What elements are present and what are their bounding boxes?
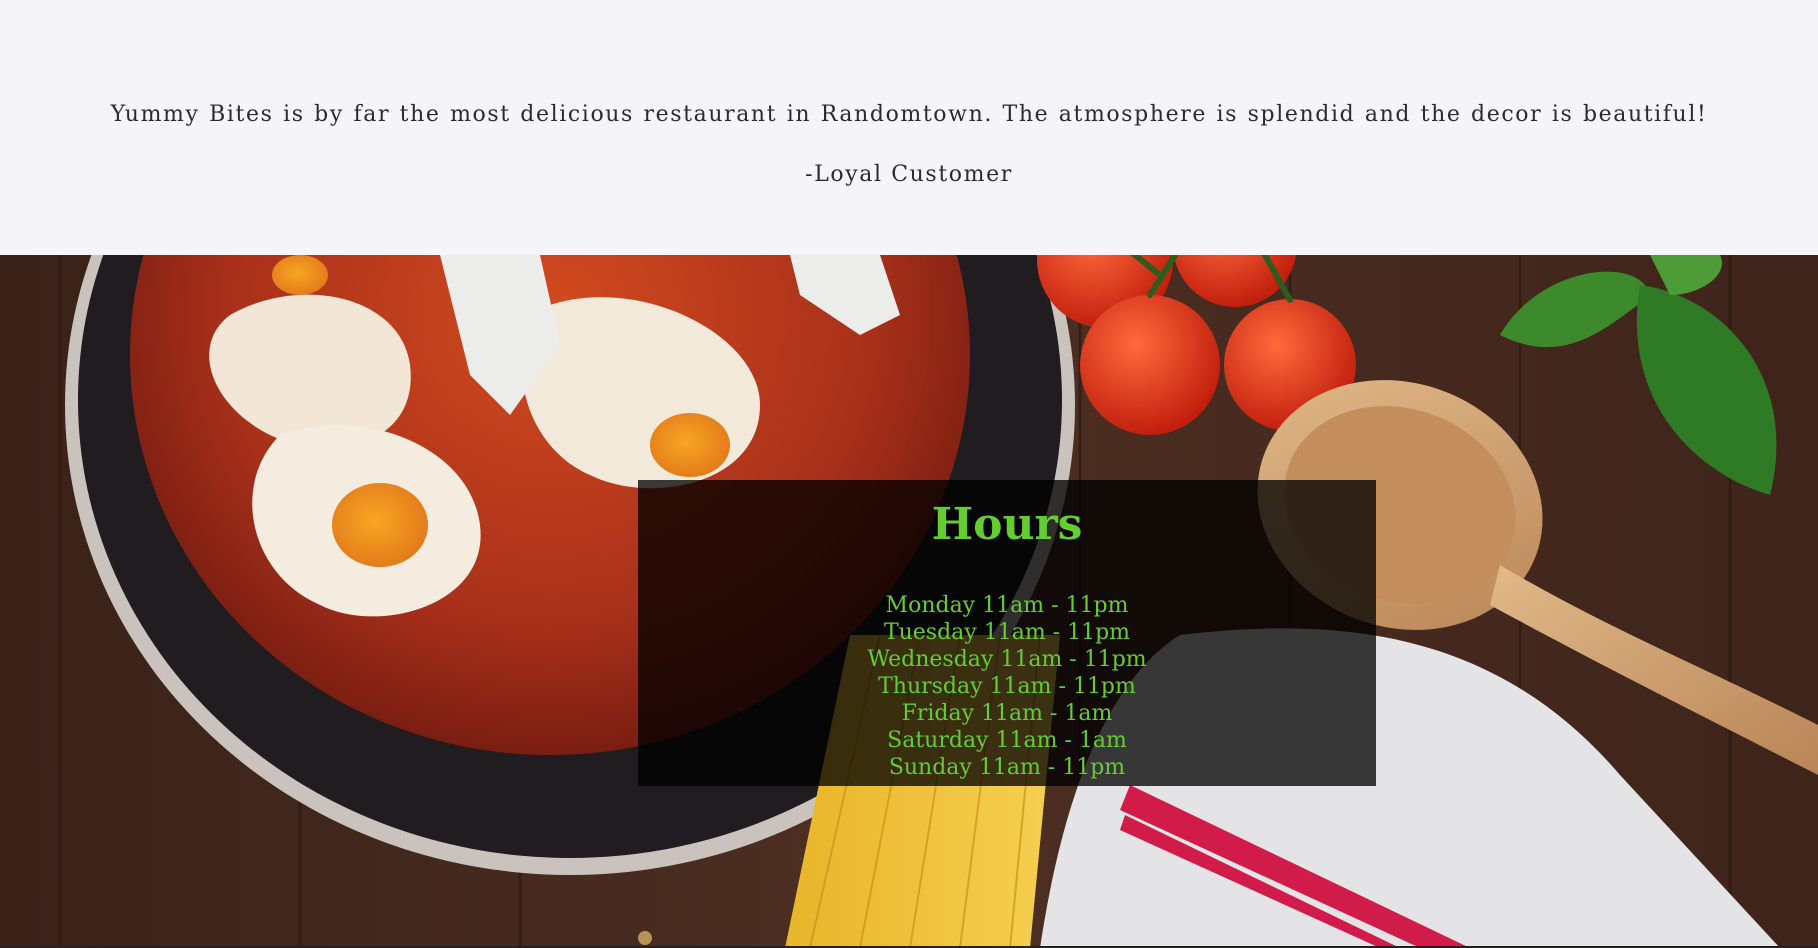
hours-panel: Hours Monday 11am - 11pm Tuesday 11am - … bbox=[638, 480, 1376, 786]
testimonial-author: -Loyal Customer bbox=[805, 162, 1013, 187]
testimonial-section: Yummy Bites is by far the most delicious… bbox=[0, 0, 1818, 255]
hours-hero-section: Hours Monday 11am - 11pm Tuesday 11am - … bbox=[0, 255, 1818, 948]
hours-list: Monday 11am - 11pm Tuesday 11am - 11pm W… bbox=[638, 592, 1376, 781]
hours-item-thursday: Thursday 11am - 11pm bbox=[878, 673, 1136, 699]
hours-item-sunday: Sunday 11am - 11pm bbox=[888, 754, 1126, 780]
hours-item-tuesday: Tuesday 11am - 11pm bbox=[883, 619, 1131, 645]
hours-item-friday: Friday 11am - 1am bbox=[901, 700, 1113, 726]
hours-item-monday: Monday 11am - 11pm bbox=[885, 592, 1129, 618]
testimonial-quote: Yummy Bites is by far the most delicious… bbox=[110, 102, 1708, 127]
hours-item-saturday: Saturday 11am - 1am bbox=[887, 727, 1127, 753]
hours-item-wednesday: Wednesday 11am - 11pm bbox=[867, 646, 1147, 672]
hours-title: Hours bbox=[931, 499, 1083, 550]
